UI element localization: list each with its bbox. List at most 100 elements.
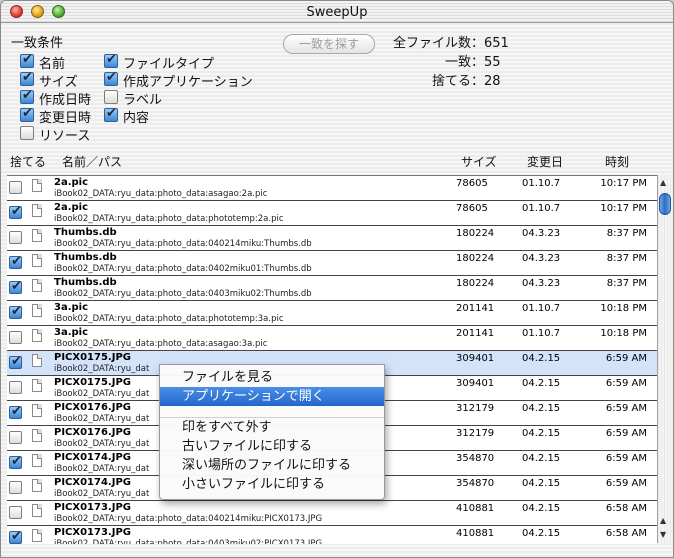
document-icon — [32, 329, 42, 342]
column-discard[interactable]: 捨てる — [10, 153, 46, 170]
file-time: 8:37 PM — [606, 253, 647, 264]
document-icon — [32, 254, 42, 267]
table-row[interactable]: 3a.piciBook02_DATA:ryu_data:photo_data:p… — [7, 301, 657, 326]
file-modified-date: 01.10.7 — [522, 178, 561, 189]
column-modified[interactable]: 変更日 — [527, 153, 563, 170]
menu-item-mark-old[interactable]: 古いファイルに印する — [160, 437, 384, 456]
file-name: Thumbs.db — [54, 227, 117, 238]
document-icon — [32, 304, 42, 317]
criteria-name-label: 名前 — [39, 57, 66, 72]
file-modified-date: 01.10.7 — [522, 303, 561, 314]
discard-checkbox[interactable] — [9, 506, 22, 519]
scroll-up-arrow-icon[interactable]: ▲ — [660, 178, 666, 187]
file-name: PICX0174.JPG — [54, 477, 131, 488]
file-path: iBook02_DATA:ryu_data:photo_data:0403mik… — [54, 539, 323, 544]
discard-checkbox[interactable] — [9, 331, 22, 344]
file-modified-date: 04.2.15 — [522, 378, 561, 389]
table-row[interactable]: PICX0173.JPGiBook02_DATA:ryu_data:photo_… — [7, 501, 657, 526]
file-modified-date: 04.2.15 — [522, 353, 561, 364]
file-path: iBook02_DATA:ryu_dat — [54, 364, 150, 374]
table-row[interactable]: Thumbs.dbiBook02_DATA:ryu_data:photo_dat… — [7, 251, 657, 276]
discard-checkbox[interactable] — [9, 279, 22, 294]
discard-checkbox[interactable] — [9, 354, 22, 369]
file-modified-date: 04.3.23 — [522, 278, 561, 289]
file-name: PICX0173.JPG — [54, 502, 131, 513]
criteria-resource-checkbox[interactable] — [20, 126, 34, 140]
discard-checkbox[interactable] — [9, 204, 22, 219]
criteria-modified-checkbox[interactable] — [20, 106, 34, 122]
criteria-size-checkbox[interactable] — [20, 70, 34, 86]
file-size: 410881 — [456, 503, 495, 514]
file-size: 309401 — [456, 378, 495, 389]
menu-item-mark-deep[interactable]: 深い場所のファイルに印する — [160, 456, 384, 475]
file-name: PICX0175.JPG — [54, 377, 131, 388]
table-row[interactable]: 2a.piciBook02_DATA:ryu_data:photo_data:p… — [7, 201, 657, 226]
table-row[interactable]: PICX0173.JPGiBook02_DATA:ryu_data:photo_… — [7, 526, 657, 544]
menu-item-mark-small[interactable]: 小さいファイルに印する — [160, 475, 384, 494]
scroll-thumb[interactable] — [659, 193, 671, 215]
file-name: PICX0174.JPG — [54, 452, 131, 463]
criteria-name-checkbox[interactable] — [20, 52, 34, 68]
discard-checkbox[interactable] — [9, 404, 22, 419]
discard-count: 捨てる：28 — [432, 74, 501, 89]
column-size[interactable]: サイズ — [461, 153, 497, 170]
file-size: 78605 — [456, 203, 488, 214]
vertical-scrollbar[interactable]: ▲ ▲ ▼ — [657, 175, 672, 543]
file-modified-date: 04.2.15 — [522, 403, 561, 414]
discard-checkbox[interactable] — [9, 181, 22, 194]
file-modified-date: 04.2.15 — [522, 503, 561, 514]
criteria-created-checkbox[interactable] — [20, 88, 34, 104]
table-row[interactable]: 2a.pic iBook02_DATA:ryu_data:photo_data:a… — [7, 176, 657, 201]
file-path: iBook02_DATA:ryu_data:photo_data:040214m… — [54, 239, 312, 249]
discard-checkbox[interactable] — [9, 529, 22, 544]
discard-checkbox[interactable] — [9, 431, 22, 444]
total-files-count: 全ファイル数：651 — [393, 36, 509, 51]
column-time[interactable]: 時刻 — [605, 153, 629, 170]
table-row[interactable]: Thumbs.dbiBook02_DATA:ryu_data:photo_dat… — [7, 276, 657, 301]
file-name: Thumbs.db — [54, 252, 117, 263]
file-size: 180224 — [456, 278, 495, 289]
file-path: iBook02_DATA:ryu_data:photo_data:0403mik… — [54, 289, 312, 299]
criteria-label-checkbox[interactable] — [104, 90, 118, 104]
scroll-down-arrow-icon[interactable]: ▼ — [660, 530, 666, 539]
title-bar[interactable]: SweepUp — [1, 1, 673, 23]
file-name: 3a.pic — [54, 327, 89, 338]
criteria-content-checkbox[interactable] — [104, 106, 118, 122]
criteria-label-label: ラベル — [123, 93, 163, 108]
column-name-path[interactable]: 名前／パス — [62, 153, 122, 170]
scroll-up-arrow-bottom-icon[interactable]: ▲ — [660, 516, 666, 525]
menu-item-open-with-app[interactable]: アプリケーションで開く — [160, 387, 384, 406]
file-path: iBook02_DATA:ryu_dat — [54, 439, 150, 449]
context-menu: ファイルを見る アプリケーションで開く 印をすべて外す 古いファイルに印する 深… — [159, 364, 385, 500]
file-size: 78605 — [456, 178, 488, 189]
discard-checkbox[interactable] — [9, 231, 22, 244]
criteria-creator-checkbox[interactable] — [104, 70, 118, 86]
document-icon — [32, 504, 42, 517]
file-name: PICX0175.JPG — [54, 352, 131, 363]
file-size: 312179 — [456, 428, 495, 439]
file-size: 354870 — [456, 453, 495, 464]
discard-checkbox[interactable] — [9, 481, 22, 494]
document-icon — [32, 454, 42, 467]
file-name: PICX0176.JPG — [54, 427, 131, 438]
document-icon — [32, 404, 42, 417]
file-name: 3a.pic — [54, 302, 89, 313]
discard-checkbox[interactable] — [9, 254, 22, 269]
menu-item-view-file[interactable]: ファイルを見る — [160, 368, 384, 387]
criteria-modified-label: 変更日時 — [39, 111, 92, 126]
discard-checkbox[interactable] — [9, 381, 22, 394]
table-row[interactable]: Thumbs.dbiBook02_DATA:ryu_data:photo_dat… — [7, 226, 657, 251]
file-time: 6:59 AM — [605, 453, 647, 464]
menu-item-unmark-all[interactable]: 印をすべて外す — [160, 418, 384, 437]
find-matches-button[interactable]: 一致を探す — [283, 34, 375, 54]
criteria-filetype-checkbox[interactable] — [104, 52, 118, 68]
document-icon — [32, 204, 42, 217]
file-time: 10:17 PM — [600, 178, 647, 189]
table-row[interactable]: 3a.pic iBook02_DATA:ryu_data:photo_data:a… — [7, 326, 657, 351]
file-path: iBook02_DATA:ryu_data:photo_data:0402mik… — [54, 264, 312, 274]
document-icon — [32, 379, 42, 392]
file-modified-date: 04.3.23 — [522, 253, 561, 264]
discard-checkbox[interactable] — [9, 304, 22, 319]
window-title: SweepUp — [306, 5, 368, 20]
discard-checkbox[interactable] — [9, 454, 22, 469]
